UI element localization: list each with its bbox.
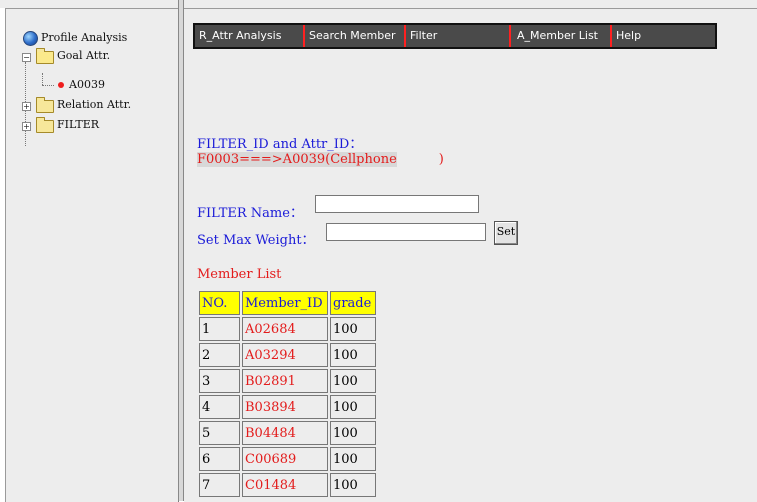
folder-icon — [36, 117, 54, 133]
member-id-cell[interactable]: B02891 — [242, 369, 328, 393]
grade-cell: 100 — [330, 473, 376, 497]
row-number-cell: 3 — [199, 369, 240, 393]
row-number-cell: 6 — [199, 447, 240, 471]
globe-icon — [23, 31, 38, 46]
tree-label: Goal Attr. — [57, 49, 111, 62]
member-id-cell[interactable]: C01484 — [242, 473, 328, 497]
table-row: 3 B02891 100 — [199, 369, 376, 393]
menu-r-attr-analysis[interactable]: R_Attr Analysis — [199, 28, 281, 44]
filter-attr-heading: FILTER_ID and Attr_ID： — [197, 137, 363, 152]
menu-help[interactable]: Help — [616, 28, 641, 44]
table-row: 7 C01484 100 — [199, 473, 376, 497]
max-weight-input[interactable] — [326, 223, 486, 241]
filter-name-input[interactable] — [315, 195, 479, 213]
table-row: 2 A03294 100 — [199, 343, 376, 367]
member-list-body: 1 A02684 100 2 A03294 100 3 B02891 100 4 B03894 100… — [199, 317, 376, 497]
table-row: 5 B04484 100 — [199, 421, 376, 445]
row-number-cell: 5 — [199, 421, 240, 445]
grade-cell: 100 — [330, 447, 376, 471]
filter-attr-value: F0003===>A0039(Cellphone) — [197, 152, 444, 167]
column-header-member-id: Member_ID — [242, 291, 328, 315]
expand-toggle-icon[interactable]: + — [22, 102, 31, 111]
member-id-cell[interactable]: B04484 — [242, 421, 328, 445]
filter-attr-value-text: F0003===>A0039(Cellphone — [197, 152, 397, 167]
column-header-grade: grade — [330, 291, 376, 315]
menu-search-member[interactable]: Search Member — [309, 28, 396, 44]
menu-a-member-list[interactable]: A_Member List — [517, 28, 598, 44]
table-row: 1 A02684 100 — [199, 317, 376, 341]
member-list-table: NO. Member_ID grade 1 A02684 100 2 A03294 100… — [197, 289, 378, 499]
menu-separator — [404, 25, 406, 47]
grade-cell: 100 — [330, 343, 376, 367]
row-number-cell: 1 — [199, 317, 240, 341]
table-row: 4 B03894 100 — [199, 395, 376, 419]
member-id-cell[interactable]: C00689 — [242, 447, 328, 471]
row-number-cell: 2 — [199, 343, 240, 367]
max-weight-label: Set Max Weight： — [197, 233, 315, 248]
collapse-toggle-icon[interactable]: − — [22, 53, 31, 62]
leaf-dot-icon — [58, 82, 64, 88]
folder-open-icon — [36, 48, 54, 64]
member-id-cell[interactable]: A03294 — [242, 343, 328, 367]
filter-attr-close: ) — [438, 152, 444, 167]
tree-connector — [42, 85, 54, 86]
expand-toggle-icon[interactable]: + — [22, 122, 31, 131]
tree-label: Relation Attr. — [57, 98, 132, 111]
folder-icon — [36, 97, 54, 113]
tree-connector — [42, 73, 43, 85]
menu-separator — [509, 25, 511, 47]
filter-name-label: FILTER Name： — [197, 206, 303, 221]
top-strip — [0, 0, 757, 8]
menu-separator — [610, 25, 612, 47]
member-id-cell[interactable]: A02684 — [242, 317, 328, 341]
top-menu-bar: R_Attr Analysis Search Member Filter A_M… — [193, 23, 717, 49]
menu-filter[interactable]: Filter — [410, 28, 437, 44]
row-number-cell: 4 — [199, 395, 240, 419]
tree-label: A0039 — [69, 78, 105, 91]
content-pane: R_Attr Analysis Search Member Filter A_M… — [184, 8, 757, 502]
table-row: 6 C00689 100 — [199, 447, 376, 471]
member-list-title: Member List — [197, 267, 282, 282]
grade-cell: 100 — [330, 317, 376, 341]
table-header-row: NO. Member_ID grade — [199, 291, 376, 315]
member-id-cell[interactable]: B03894 — [242, 395, 328, 419]
column-header-no: NO. — [199, 291, 240, 315]
navigation-tree-pane: Profile Analysis − Goal Attr. A0039 + Re… — [5, 8, 179, 502]
row-number-cell: 7 — [199, 473, 240, 497]
grade-cell: 100 — [330, 395, 376, 419]
menu-separator — [303, 25, 305, 47]
grade-cell: 100 — [330, 369, 376, 393]
tree-label: FILTER — [57, 118, 100, 131]
set-button[interactable]: Set — [494, 221, 518, 245]
grade-cell: 100 — [330, 421, 376, 445]
tree-label: Profile Analysis — [41, 31, 128, 44]
